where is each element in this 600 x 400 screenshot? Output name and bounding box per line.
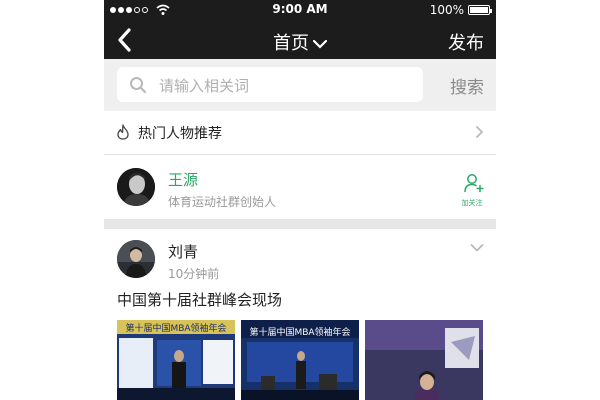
post-photo[interactable]: 第十届中国MBA领袖年会 [117,320,235,400]
post-photos: 第十届中国MBA领袖年会 第十届中国MBA领袖年会 [117,320,483,400]
post-author-name[interactable]: 刘青 [168,241,198,262]
hot-people-row[interactable]: 热门人物推荐 [104,111,496,155]
chevron-down-icon[interactable] [470,243,484,252]
post-timestamp: 10分钟前 [168,267,220,281]
publish-button[interactable]: 发布 [448,29,484,55]
post-author-avatar[interactable] [117,240,155,278]
person-description: 体育运动社群创始人 [168,195,277,209]
battery-indicator: 100% [429,3,492,17]
post-photo[interactable] [365,320,483,400]
search-box [117,67,423,104]
recommended-person[interactable]: 王源 体育运动社群创始人 加关注 [104,155,496,219]
follow-button[interactable]: 加关注 [462,173,486,208]
photo-banner-text: 第十届中国MBA领袖年会 [249,326,350,338]
post-photo[interactable]: 第十届中国MBA领袖年会 [241,320,359,400]
fire-icon [117,124,129,140]
post-text: 中国第十届社群峰会现场 [117,291,283,309]
section-divider [104,219,496,229]
feed-post: 刘青 10分钟前 中国第十届社群峰会现场 第十届中国MBA领袖年会 第十届中国M… [104,229,496,400]
chevron-down-icon [313,39,327,49]
battery-icon [468,5,492,15]
page-title: 首页 [273,33,309,54]
phone-screen: 9:00 AM 100% 首页 发布 搜索 热门人物推荐 [104,0,496,400]
chevron-right-icon [475,125,484,139]
navigation-bar: 首页 发布 [104,20,496,59]
status-bar: 9:00 AM 100% [104,0,496,20]
battery-percent: 100% [429,3,464,17]
follow-label: 加关注 [461,199,483,207]
add-user-icon [464,174,484,193]
search-icon [130,77,147,94]
page-title-dropdown[interactable]: 首页 [104,29,496,55]
photo-banner-text: 第十届中国MBA领袖年会 [125,322,226,334]
search-bar: 搜索 [104,59,496,111]
search-button[interactable]: 搜索 [450,73,484,98]
hot-people-label: 热门人物推荐 [138,126,222,142]
avatar[interactable] [117,168,155,206]
person-name[interactable]: 王源 [168,169,198,190]
search-input[interactable] [157,67,411,104]
